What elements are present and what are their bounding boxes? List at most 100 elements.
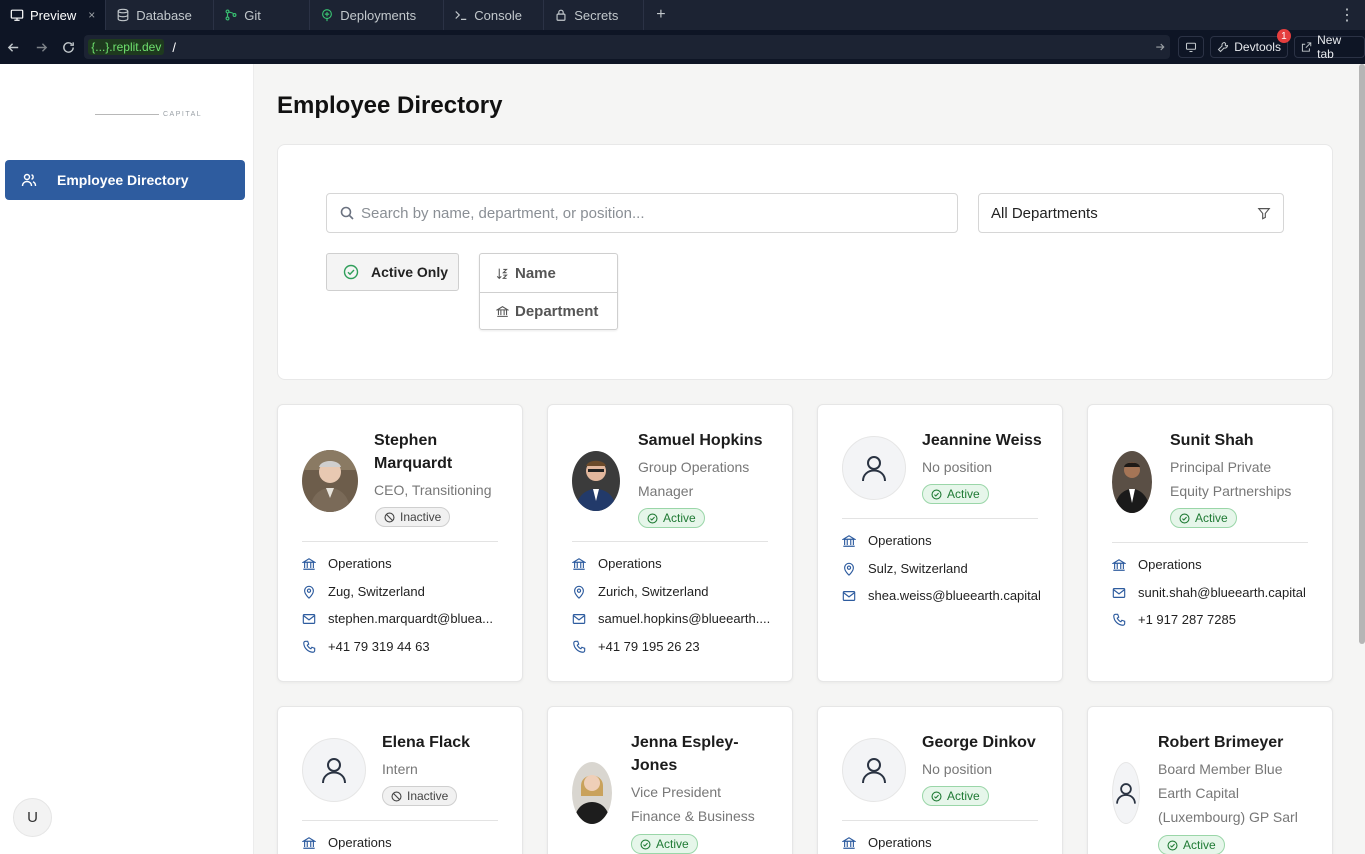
close-icon[interactable]: × [88,8,95,22]
employee-photo-image [572,762,612,824]
status-badge: Active [631,834,698,854]
add-tab-button[interactable]: + [644,6,677,24]
employee-email[interactable]: sunit.shah@blueearth.capital [1112,585,1312,600]
employee-photo-image [1112,451,1152,513]
tab-label: Git [244,7,261,23]
map-pin-icon [574,585,584,599]
employee-name: Jenna Espley- Jones [631,734,739,774]
employee-card[interactable]: Stephen Marquardt CEO, Transitioning Inac… [277,404,523,682]
active-only-toggle[interactable]: Active Only [326,253,459,291]
employee-phone[interactable]: +41 79 195 26 23 [572,639,772,654]
employee-card[interactable]: Samuel Hopkins Group Operations Manager A… [547,404,793,682]
ide-tab-bar: Preview × Database Git Deployments Conso… [0,0,1365,30]
employee-photo [572,451,620,511]
card-divider [842,518,1038,519]
user-icon [1116,783,1136,804]
tab-preview[interactable]: Preview × [0,0,107,30]
logo-text: CAPITAL [163,111,203,118]
sidebar-item-employee-directory[interactable]: Employee Directory [5,160,245,200]
employee-email[interactable]: stephen.marquardt@bluea... [302,611,502,626]
check-circle-icon [1179,512,1190,524]
reload-button[interactable] [55,40,82,55]
new-tab-button[interactable]: New tab [1293,33,1365,61]
sidebar-item-label: Employee Directory [57,172,189,188]
tab-git[interactable]: Git [214,0,311,30]
url-path: / [172,39,176,55]
page-scrollbar[interactable] [1359,64,1365,644]
phone-icon [573,640,586,653]
check-circle-icon [640,838,651,850]
more-menu-icon[interactable]: ⋮ [1329,5,1365,25]
device-toggle-button[interactable] [1178,36,1205,58]
avatar-placeholder [842,738,906,802]
url-host: {...}.replit.dev [88,39,165,55]
address-field[interactable]: {...}.replit.dev / [84,35,1171,59]
tab-label: Secrets [574,7,619,23]
filter-panel: Search by name, department, or position.… [277,144,1333,380]
sidebar: CAPITAL Employee Directory U [0,64,254,854]
status-badge: Active [922,484,989,504]
phone-icon [303,640,316,653]
employee-phone[interactable]: +41 79 319 44 63 [302,639,502,654]
check-circle-icon [343,264,359,280]
employee-card[interactable]: Jenna Espley- Jones Vice President Finance… [547,706,793,854]
go-arrow-icon[interactable] [1154,41,1166,53]
avatar-placeholder [302,738,366,802]
tab-secrets[interactable]: Secrets [544,0,645,30]
employee-location: Sulz, Switzerland [842,561,1042,576]
mail-icon [1112,587,1126,598]
building-icon [572,557,586,570]
employee-card[interactable]: Elena Flack Intern Inactive Operations [277,706,523,854]
tab-label: Deployments [340,7,417,23]
card-divider [302,820,498,821]
tab-console[interactable]: Console [444,0,545,30]
sort-label: Name [515,264,556,282]
building-icon [496,306,509,317]
department-select[interactable]: All Departments [978,193,1284,233]
forward-button[interactable] [27,40,54,55]
employee-card[interactable]: Sunit Shah Principal Private Equity Partn… [1087,404,1333,682]
tab-label: Database [136,7,192,23]
tab-deployments[interactable]: Deployments [310,0,445,30]
status-badge: Active [1170,508,1237,528]
user-icon [862,456,886,482]
back-button[interactable] [0,40,27,55]
employee-position: Group Operations Manager [638,459,750,499]
user-icon [862,758,886,784]
employee-position: Intern [382,761,418,777]
employee-card[interactable]: George Dinkov No position Active Operati… [817,706,1063,854]
map-pin-icon [844,562,854,576]
employee-position: No position [922,459,993,475]
check-circle-icon [931,790,942,802]
employee-department: Operations [1112,557,1312,572]
monitor-icon [10,9,24,21]
card-divider [842,820,1038,821]
employee-name: George Dinkov [922,734,1036,751]
employee-card[interactable]: Robert Brimeyer Board Member Blue Earth C… [1087,706,1333,854]
user-avatar[interactable]: U [13,798,52,837]
status-badge: Active [922,786,989,806]
avatar-placeholder [842,436,906,500]
sort-by-department-option[interactable]: Department [480,292,617,330]
ban-icon [384,511,395,523]
employee-email[interactable]: shea.weiss@blueearth.capital [842,588,1042,603]
sort-by-name-option[interactable]: Name [480,254,617,292]
employee-phone[interactable]: +1 917 287 7285 [1112,612,1312,627]
employee-name: Elena Flack [382,734,471,751]
devtools-label: Devtools [1234,40,1281,54]
employee-email[interactable]: samuel.hopkins@blueearth.... [572,611,772,626]
tab-database[interactable]: Database [106,0,215,30]
building-icon [302,836,316,849]
employee-name: Robert Brimeyer [1158,734,1284,751]
employee-department: Operations [302,556,502,571]
employee-position: Vice President Finance & Business [631,784,755,824]
arrow-left-icon [8,42,19,52]
devtools-button[interactable]: Devtools 1 [1210,29,1291,58]
employee-card[interactable]: Jeannine Weiss No position Active Operat… [817,404,1063,682]
mail-icon [302,613,316,624]
mail-icon [842,590,856,601]
employee-photo [302,450,358,512]
search-input[interactable]: Search by name, department, or position.… [326,193,958,233]
employee-photo-image [572,451,620,511]
avatar-placeholder [1112,762,1140,824]
